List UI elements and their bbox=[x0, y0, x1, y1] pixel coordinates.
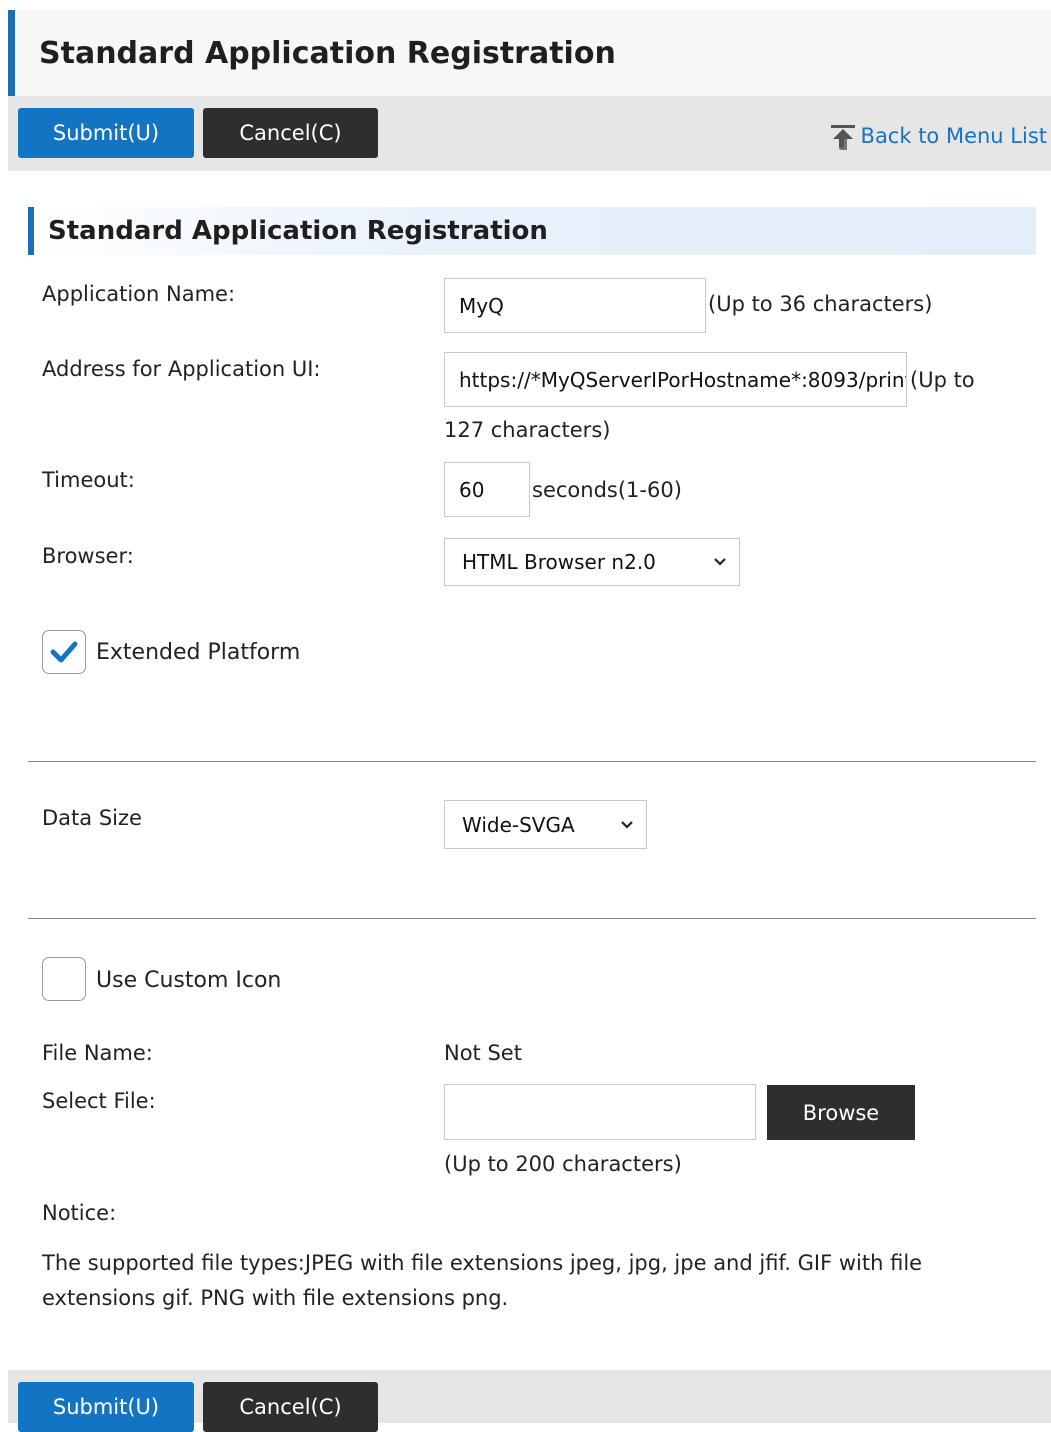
timeout-label: Timeout: bbox=[42, 468, 135, 492]
address-hint-line2: 127 characters) bbox=[444, 418, 611, 442]
section-title-bar: Standard Application Registration bbox=[28, 207, 1036, 255]
custom-icon-checkbox[interactable] bbox=[42, 957, 86, 1001]
data-size-select[interactable]: Wide-SVGA bbox=[444, 800, 647, 849]
back-link-label: Back to Menu List bbox=[860, 124, 1047, 148]
top-toolbar: Submit(U) Cancel(C) Back to Menu List bbox=[8, 96, 1051, 171]
data-size-label: Data Size bbox=[42, 806, 142, 830]
app-name-label: Application Name: bbox=[42, 282, 236, 306]
submit-button[interactable]: Submit(U) bbox=[18, 108, 194, 158]
app-name-hint: (Up to 36 characters) bbox=[708, 292, 933, 316]
submit-button[interactable]: Submit(U) bbox=[18, 1382, 194, 1432]
select-file-hint: (Up to 200 characters) bbox=[444, 1152, 682, 1176]
divider bbox=[28, 761, 1036, 762]
app-name-input[interactable]: MyQ bbox=[444, 278, 706, 333]
address-hint-line1: (Up to bbox=[910, 368, 975, 392]
chevron-down-icon bbox=[714, 558, 726, 566]
page-header: Standard Application Registration bbox=[8, 10, 1051, 96]
data-size-select-value: Wide-SVGA bbox=[462, 812, 575, 837]
notice-label: Notice: bbox=[42, 1201, 117, 1225]
page-title: Standard Application Registration bbox=[39, 36, 616, 71]
cancel-button[interactable]: Cancel(C) bbox=[203, 108, 378, 158]
bottom-toolbar: Submit(U) Cancel(C) bbox=[8, 1370, 1051, 1432]
select-file-input[interactable] bbox=[444, 1084, 756, 1140]
checkmark-icon bbox=[50, 641, 78, 663]
browser-select-value: HTML Browser n2.0 bbox=[462, 550, 656, 574]
extended-platform-label: Extended Platform bbox=[96, 640, 301, 665]
file-name-value: Not Set bbox=[444, 1041, 522, 1065]
chevron-down-icon bbox=[621, 820, 633, 829]
cancel-button[interactable]: Cancel(C) bbox=[203, 1382, 378, 1432]
custom-icon-label: Use Custom Icon bbox=[96, 968, 282, 993]
timeout-input[interactable]: 60 bbox=[444, 462, 530, 517]
extended-platform-checkbox[interactable] bbox=[42, 630, 86, 674]
file-name-label: File Name: bbox=[42, 1041, 153, 1065]
address-label: Address for Application UI: bbox=[42, 357, 321, 381]
browse-button[interactable]: Browse bbox=[767, 1085, 915, 1140]
notice-text: The supported file types:JPEG with file … bbox=[42, 1251, 923, 1310]
back-to-menu-link[interactable]: Back to Menu List bbox=[827, 120, 1047, 152]
select-file-label: Select File: bbox=[42, 1089, 156, 1113]
timeout-hint: seconds(1-60) bbox=[532, 478, 682, 502]
browser-select[interactable]: HTML Browser n2.0 bbox=[444, 538, 740, 586]
browser-label: Browser: bbox=[42, 544, 134, 568]
arrow-up-to-line-icon bbox=[830, 125, 855, 150]
divider bbox=[28, 918, 1036, 919]
address-input[interactable]: https://*MyQServerIPorHostname*:8093/pri… bbox=[444, 352, 907, 407]
section-title: Standard Application Registration bbox=[48, 216, 548, 246]
